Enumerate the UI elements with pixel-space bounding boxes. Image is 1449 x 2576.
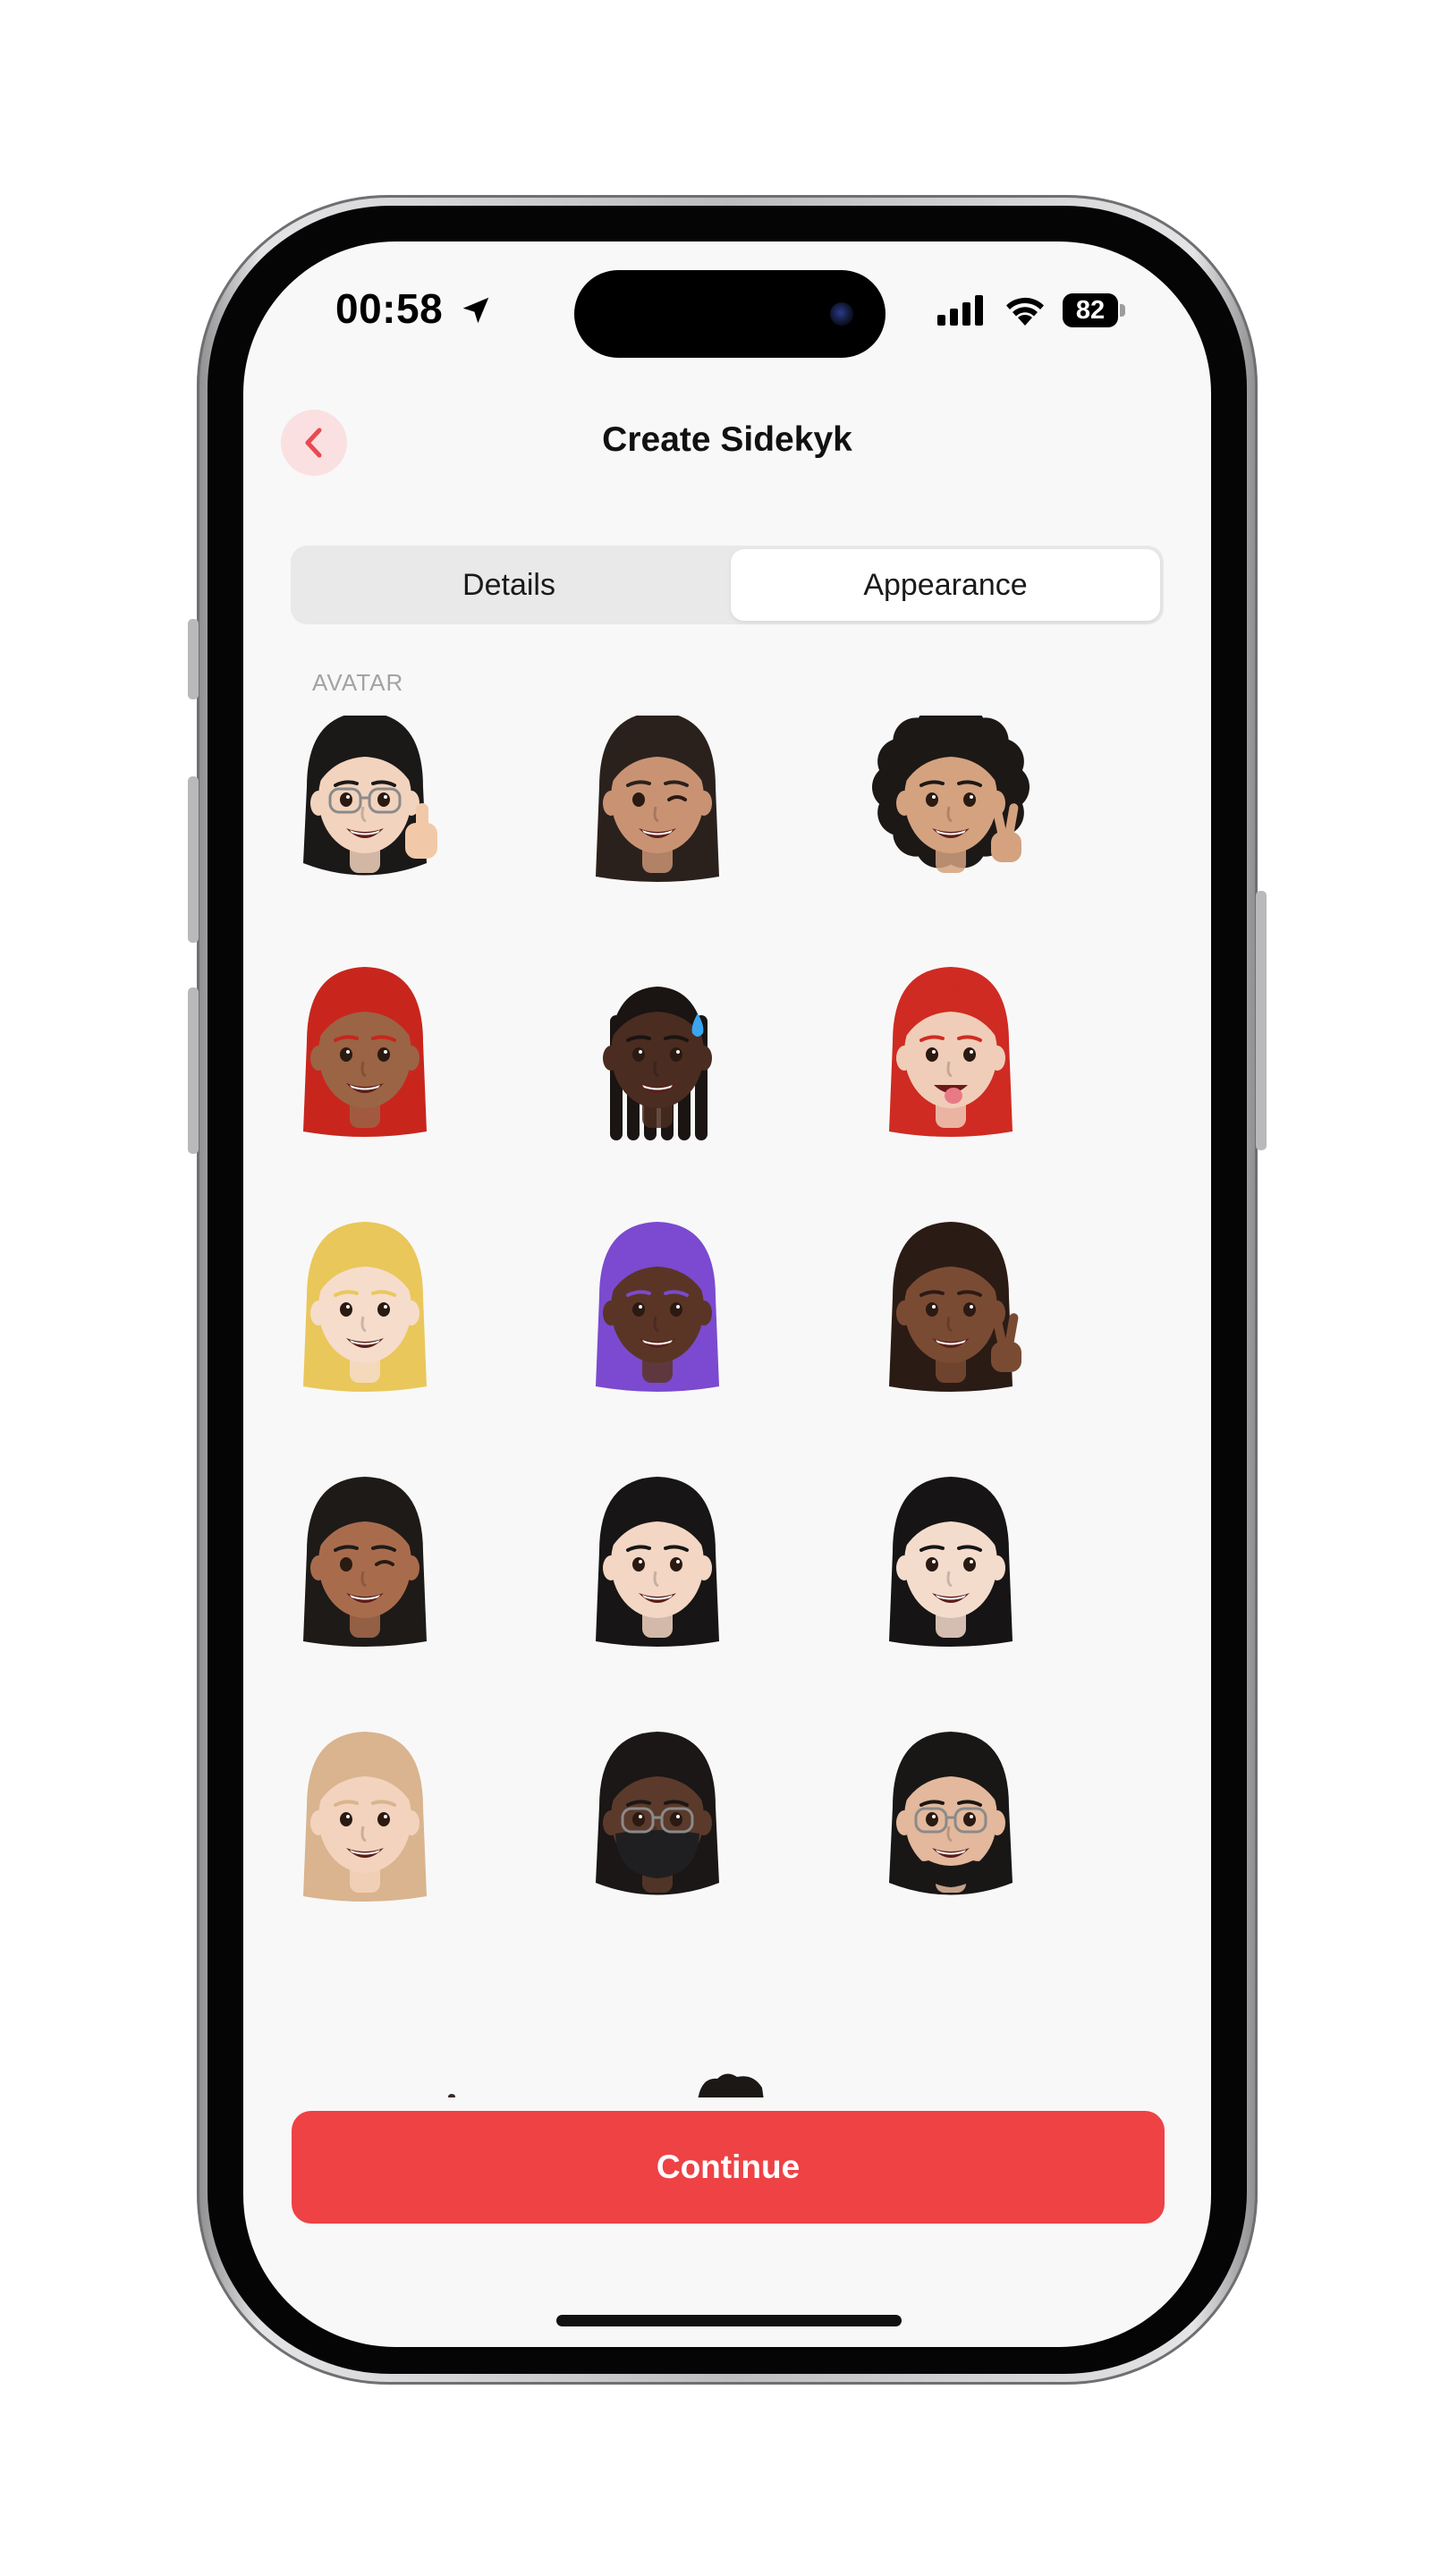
action-button bbox=[188, 619, 199, 699]
battery-indicator: 82 bbox=[1063, 293, 1127, 327]
dynamic-island bbox=[574, 270, 886, 358]
avatar-13[interactable] bbox=[271, 1708, 459, 1923]
memoji-avatar-image bbox=[596, 716, 719, 882]
battery-level: 82 bbox=[1063, 293, 1118, 327]
continue-button[interactable]: Continue bbox=[292, 2111, 1165, 2224]
memoji-avatar-image bbox=[889, 1477, 1013, 1647]
avatar-partial-middle bbox=[698, 2073, 764, 2097]
avatar-partial-left bbox=[448, 2094, 455, 2097]
power-button bbox=[1256, 891, 1267, 1150]
avatar-6[interactable] bbox=[857, 944, 1045, 1158]
avatar-grid bbox=[243, 716, 1211, 2097]
cellular-signal-icon bbox=[937, 295, 983, 326]
avatar-4[interactable] bbox=[271, 944, 459, 1158]
section-label-avatar: AVATAR bbox=[312, 669, 404, 696]
memoji-avatar-image bbox=[303, 967, 427, 1137]
avatar-5[interactable] bbox=[564, 944, 751, 1158]
memoji-avatar-image bbox=[889, 1222, 1021, 1392]
avatar-2[interactable] bbox=[564, 716, 751, 903]
memoji-avatar-image bbox=[303, 1732, 427, 1902]
tab-details[interactable]: Details bbox=[294, 549, 724, 621]
memoji-avatar-image bbox=[596, 1222, 719, 1392]
segmented-control: Details Appearance bbox=[291, 546, 1164, 624]
wifi-icon bbox=[1006, 297, 1044, 326]
location-arrow-icon bbox=[462, 297, 489, 324]
status-time: 00:58 bbox=[335, 285, 444, 332]
avatar-3[interactable] bbox=[857, 716, 1045, 903]
avatar-15[interactable] bbox=[857, 1708, 1045, 1923]
screen: 00:58 82 Create Sidekyk Details Appearan… bbox=[243, 242, 1211, 2347]
avatar-14[interactable] bbox=[564, 1708, 751, 1923]
volume-up-button bbox=[188, 776, 199, 943]
memoji-avatar-image bbox=[872, 716, 1030, 873]
memoji-avatar-image bbox=[603, 987, 712, 1140]
memoji-avatar-image bbox=[596, 1477, 719, 1647]
avatar-12[interactable] bbox=[857, 1453, 1045, 1668]
avatar-11[interactable] bbox=[564, 1453, 751, 1668]
camera-icon bbox=[830, 302, 853, 326]
memoji-avatar-image bbox=[889, 967, 1013, 1137]
memoji-avatar-image bbox=[889, 1732, 1013, 1895]
tab-appearance[interactable]: Appearance bbox=[731, 549, 1160, 621]
memoji-avatar-image bbox=[596, 1732, 719, 1895]
memoji-avatar-image bbox=[303, 1222, 427, 1392]
avatar-8[interactable] bbox=[564, 1199, 751, 1413]
avatar-9[interactable] bbox=[857, 1199, 1045, 1413]
avatar-1[interactable] bbox=[271, 716, 459, 903]
avatar-10[interactable] bbox=[271, 1453, 459, 1668]
page-title: Create Sidekyk bbox=[602, 420, 852, 459]
battery-tip bbox=[1120, 304, 1125, 317]
avatar-7[interactable] bbox=[271, 1199, 459, 1413]
home-indicator bbox=[556, 2315, 902, 2326]
memoji-avatar-image bbox=[303, 1477, 427, 1647]
volume-down-button bbox=[188, 987, 199, 1154]
memoji-avatar-image bbox=[303, 716, 437, 876]
